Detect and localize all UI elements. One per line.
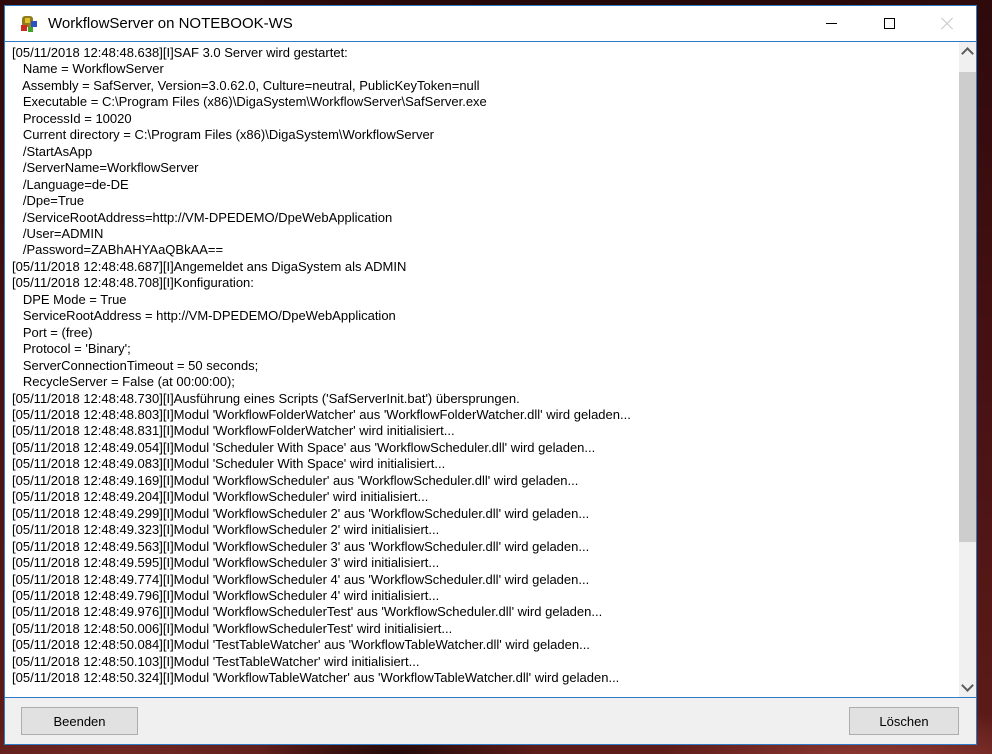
log-line: [05/11/2018 12:48:48.687][I]Angemeldet a… (12, 259, 958, 275)
chevron-up-icon (961, 47, 974, 60)
log-line: Executable = C:\Program Files (x86)\Diga… (12, 94, 958, 110)
log-line: [05/11/2018 12:48:49.323][I]Modul 'Workf… (12, 522, 958, 538)
log-line: RecycleServer = False (at 00:00:00); (12, 374, 958, 390)
log-line: [05/11/2018 12:48:49.595][I]Modul 'Workf… (12, 555, 958, 571)
vertical-scrollbar[interactable] (959, 42, 976, 697)
log-line: [05/11/2018 12:48:50.084][I]Modul 'TestT… (12, 637, 958, 653)
log-line: /StartAsApp (12, 144, 958, 160)
app-icon (21, 15, 38, 32)
log-line: [05/11/2018 12:48:50.103][I]Modul 'TestT… (12, 654, 958, 670)
log-line: ServiceRootAddress = http://VM-DPEDEMO/D… (12, 308, 958, 324)
log-line: ProcessId = 10020 (12, 111, 958, 127)
log-line: Protocol = 'Binary'; (12, 341, 958, 357)
log-line: [05/11/2018 12:48:50.324][I]Modul 'Workf… (12, 670, 958, 686)
log-line: [05/11/2018 12:48:50.006][I]Modul 'Workf… (12, 621, 958, 637)
log-line: /ServiceRootAddress=http://VM-DPEDEMO/Dp… (12, 210, 958, 226)
clear-button[interactable]: Löschen (849, 707, 959, 735)
log-line: [05/11/2018 12:48:49.204][I]Modul 'Workf… (12, 489, 958, 505)
log-line: [05/11/2018 12:48:48.831][I]Modul 'Workf… (12, 423, 958, 439)
log-line: [05/11/2018 12:48:49.299][I]Modul 'Workf… (12, 506, 958, 522)
app-window: WorkflowServer on NOTEBOOK-WS [05/11/201… (4, 5, 977, 745)
log-line: [05/11/2018 12:48:49.796][I]Modul 'Workf… (12, 588, 958, 604)
footer-panel: Beenden Löschen (5, 698, 976, 744)
log-line: /User=ADMIN (12, 226, 958, 242)
window-controls (802, 6, 976, 41)
log-line: /Password=ZABhAHYAaQBkAA== (12, 242, 958, 258)
log-line: [05/11/2018 12:48:49.169][I]Modul 'Workf… (12, 473, 958, 489)
log-line: Port = (free) (12, 325, 958, 341)
log-output[interactable]: [05/11/2018 12:48:48.638][I]SAF 3.0 Serv… (5, 41, 976, 698)
log-line: Name = WorkflowServer (12, 61, 958, 77)
log-line: [05/11/2018 12:48:48.708][I]Konfiguratio… (12, 275, 958, 291)
log-lines: [05/11/2018 12:48:48.638][I]SAF 3.0 Serv… (5, 42, 958, 697)
log-line: [05/11/2018 12:48:49.774][I]Modul 'Workf… (12, 572, 958, 588)
app-icon-green (28, 27, 33, 32)
log-line: [05/11/2018 12:48:49.563][I]Modul 'Workf… (12, 539, 958, 555)
log-line: ServerConnectionTimeout = 50 seconds; (12, 358, 958, 374)
scroll-up-button[interactable] (959, 43, 976, 60)
log-line: [05/11/2018 12:48:49.083][I]Modul 'Sched… (12, 456, 958, 472)
scroll-down-button[interactable] (959, 679, 976, 696)
app-icon-blue (31, 21, 37, 27)
log-line: [05/11/2018 12:48:48.638][I]SAF 3.0 Serv… (12, 45, 958, 61)
log-line: [05/11/2018 12:48:49.976][I]Modul 'Workf… (12, 604, 958, 620)
log-line: [05/11/2018 12:48:48.730][I]Ausführung e… (12, 391, 958, 407)
close-button[interactable] (918, 6, 976, 41)
title-bar[interactable]: WorkflowServer on NOTEBOOK-WS (5, 6, 976, 41)
close-icon (940, 17, 954, 31)
chevron-down-icon (961, 679, 974, 692)
log-line: [05/11/2018 12:48:48.803][I]Modul 'Workf… (12, 407, 958, 423)
log-line: Assembly = SafServer, Version=3.0.62.0, … (12, 78, 958, 94)
app-icon-red (21, 25, 27, 31)
minimize-icon (826, 23, 837, 24)
log-line: /Language=de-DE (12, 177, 958, 193)
log-line: Current directory = C:\Program Files (x8… (12, 127, 958, 143)
log-line: /ServerName=WorkflowServer (12, 160, 958, 176)
scrollbar-thumb[interactable] (959, 72, 976, 542)
quit-button[interactable]: Beenden (21, 707, 138, 735)
window-title: WorkflowServer on NOTEBOOK-WS (48, 15, 293, 32)
minimize-button[interactable] (802, 6, 860, 41)
maximize-button[interactable] (860, 6, 918, 41)
log-line: /Dpe=True (12, 193, 958, 209)
app-icon-yellow (25, 18, 30, 23)
maximize-icon (884, 18, 895, 29)
log-line: [05/11/2018 12:48:49.054][I]Modul 'Sched… (12, 440, 958, 456)
log-line: DPE Mode = True (12, 292, 958, 308)
